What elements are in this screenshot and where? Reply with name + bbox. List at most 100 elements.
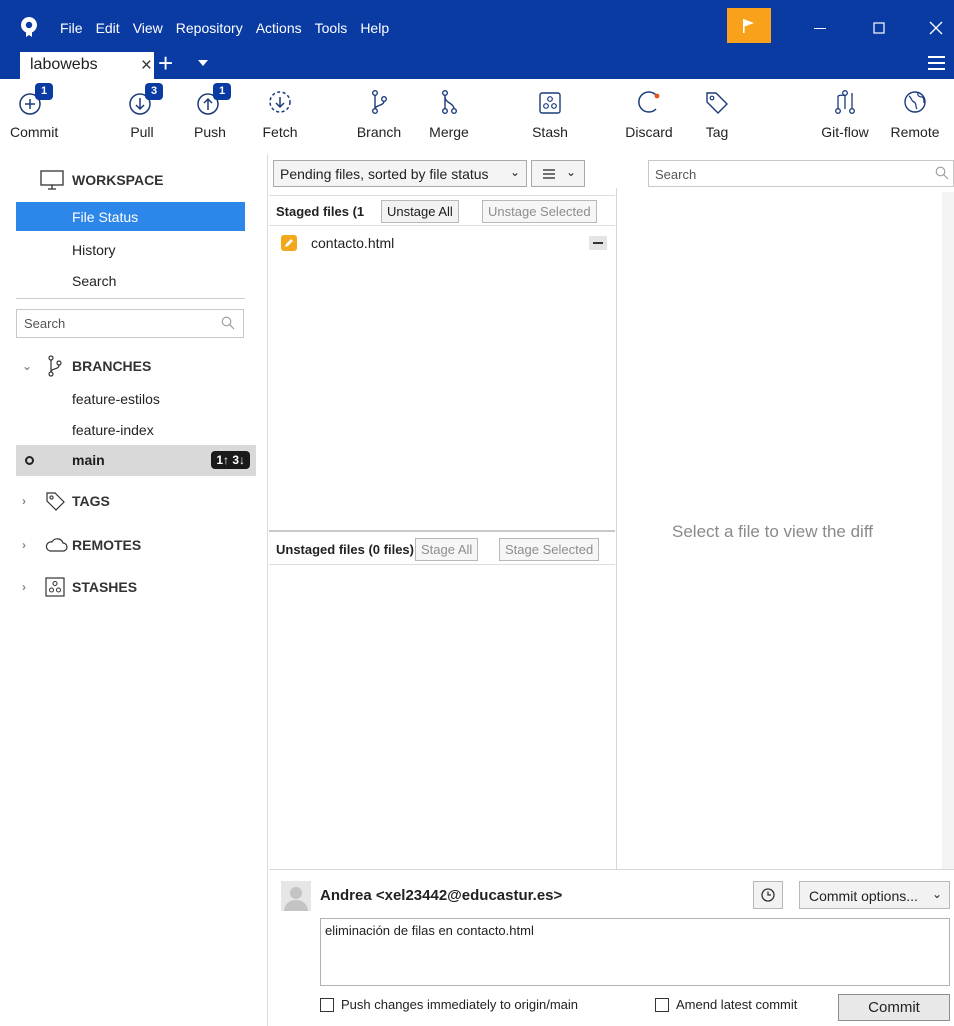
monitor-icon <box>40 170 64 190</box>
branch-button[interactable]: Branch <box>354 87 404 140</box>
diff-scrollbar[interactable] <box>942 192 954 869</box>
close-window-button[interactable] <box>926 18 946 38</box>
pane-divider[interactable] <box>616 188 617 869</box>
sourcetree-logo-icon <box>21 17 37 37</box>
diff-empty-message: Select a file to view the diff <box>672 522 873 541</box>
commit-history-button[interactable] <box>753 881 783 909</box>
menu-file[interactable]: File <box>60 20 83 36</box>
branch-feature-index[interactable]: feature-index <box>72 422 154 438</box>
amend-commit-label: Amend latest commit <box>676 997 798 1012</box>
pane-splitter[interactable] <box>269 530 615 532</box>
minus-icon <box>593 242 603 244</box>
tag-icon <box>46 492 65 511</box>
stage-selected-button[interactable]: Stage Selected <box>499 538 600 561</box>
sidebar-item-search[interactable]: Search <box>16 266 245 295</box>
maximize-icon <box>873 22 885 34</box>
stage-all-button[interactable]: Stage All <box>415 538 479 561</box>
commit-options-dropdown[interactable]: Commit options... ⌄ <box>799 881 950 909</box>
maximize-button[interactable] <box>869 18 889 38</box>
unstage-selected-button[interactable]: Unstage Selected <box>482 200 597 223</box>
commit-panel: Andrea <xel23442@educastur.es> Commit op… <box>269 869 954 1026</box>
menu-view[interactable]: View <box>133 20 163 36</box>
menu-help[interactable]: Help <box>360 20 389 36</box>
clock-icon <box>761 888 775 902</box>
branch-main-label: main <box>72 452 105 468</box>
minimize-button[interactable] <box>810 18 830 38</box>
file-sort-dropdown[interactable]: Pending files, sorted by file status ⌄ <box>273 160 527 187</box>
modified-file-icon <box>281 235 297 251</box>
hamburger-menu-icon[interactable] <box>928 56 945 74</box>
menu-actions[interactable]: Actions <box>256 20 302 36</box>
sidebar-item-history[interactable]: History <box>16 235 245 264</box>
branches-section-header[interactable]: ⌄ BRANCHES <box>22 355 151 377</box>
merge-button[interactable]: Merge <box>424 87 474 140</box>
unstaged-files-label: Unstaged files (0 files) <box>276 542 414 557</box>
checkbox-unchecked[interactable] <box>320 997 334 1012</box>
sidebar-item-file-status[interactable]: File Status <box>16 202 245 231</box>
pull-label: Pull <box>130 124 154 140</box>
commit-options-label: Commit options... <box>809 888 918 904</box>
sidebar-search-placeholder: Search <box>24 316 66 331</box>
tag-button[interactable]: Tag <box>697 87 737 140</box>
unstage-file-button[interactable] <box>589 236 607 250</box>
list-view-icon <box>543 169 555 179</box>
fetch-icon <box>269 91 291 113</box>
user-avatar-icon <box>284 887 308 911</box>
commit-label: Commit <box>10 124 59 140</box>
tab-label: labowebs <box>30 56 98 73</box>
discard-button[interactable]: Discard <box>622 87 676 140</box>
tags-section-header[interactable]: › TAGS <box>22 490 110 512</box>
diff-search-input[interactable]: Search <box>648 160 954 187</box>
stashes-section-header[interactable]: › STASHES <box>22 577 137 597</box>
push-count-badge: 1 <box>213 83 231 100</box>
discard-icon <box>638 91 660 113</box>
view-mode-dropdown[interactable]: ⌄ <box>531 160 585 187</box>
notifications-flag-button[interactable] <box>727 8 771 43</box>
commit-button[interactable]: 1 Commit <box>10 83 59 140</box>
fetch-button[interactable]: Fetch <box>260 87 300 140</box>
workspace-label: WORKSPACE <box>72 172 164 188</box>
stash-icon <box>45 577 65 597</box>
pull-button[interactable]: 3 Pull <box>125 83 163 140</box>
toolbar: 1 Commit 3 Pull 1 Push Fetch Branch Merg… <box>0 79 954 154</box>
unstage-all-button[interactable]: Unstage All <box>381 200 459 223</box>
push-immediately-checkbox[interactable]: Push changes immediately to origin/main <box>320 997 578 1012</box>
menu-edit[interactable]: Edit <box>96 20 120 36</box>
menu-repository[interactable]: Repository <box>176 20 243 36</box>
tab-close-icon[interactable]: × <box>141 55 152 77</box>
sidebar-search-input[interactable]: Search <box>16 309 244 338</box>
remotes-label: REMOTES <box>72 537 142 553</box>
menu-tools[interactable]: Tools <box>315 20 348 36</box>
tab-dropdown-icon[interactable] <box>198 60 208 66</box>
remote-button[interactable]: Remote <box>887 87 943 140</box>
remote-label: Remote <box>890 124 940 140</box>
branch-main[interactable]: main 1↑ 3↓ <box>16 445 256 476</box>
checkbox-unchecked[interactable] <box>655 997 669 1012</box>
tab-labowebs[interactable]: labowebs × <box>20 52 154 79</box>
amend-commit-checkbox[interactable]: Amend latest commit <box>655 997 797 1012</box>
pull-count-badge: 3 <box>145 83 163 100</box>
commit-submit-button[interactable]: Commit <box>838 994 950 1021</box>
remotes-section-header[interactable]: › REMOTES <box>22 536 141 554</box>
new-tab-button[interactable]: + <box>158 50 173 76</box>
chevron-right-icon: › <box>22 538 26 552</box>
file-sort-label: Pending files, sorted by file status <box>280 166 489 182</box>
pencil-icon <box>285 239 293 247</box>
staged-files-header: Staged files (1 Unstage All Unstage Sele… <box>269 195 615 226</box>
branch-feature-estilos[interactable]: feature-estilos <box>72 391 160 407</box>
globe-icon <box>904 91 926 113</box>
list-item[interactable]: contacto.html <box>269 232 615 258</box>
merge-icon <box>441 90 458 115</box>
workspace-header: WORKSPACE <box>40 170 164 190</box>
commit-author: Andrea <xel23442@educastur.es> <box>320 887 563 904</box>
push-button[interactable]: 1 Push <box>190 83 231 140</box>
search-icon <box>221 316 235 330</box>
diff-pane: Search Select a file to view the diff <box>618 154 954 869</box>
commit-message-input[interactable]: eliminación de filas en contacto.html <box>320 918 950 986</box>
title-bar: File Edit View Repository Actions Tools … <box>0 0 954 79</box>
sidebar: WORKSPACE File Status History Search Sea… <box>0 154 268 1026</box>
ahead-behind-badge: 1↑ 3↓ <box>211 451 250 469</box>
branches-label: BRANCHES <box>72 358 152 374</box>
git-flow-button[interactable]: Git-flow <box>815 87 875 140</box>
stash-button[interactable]: Stash <box>525 87 575 140</box>
